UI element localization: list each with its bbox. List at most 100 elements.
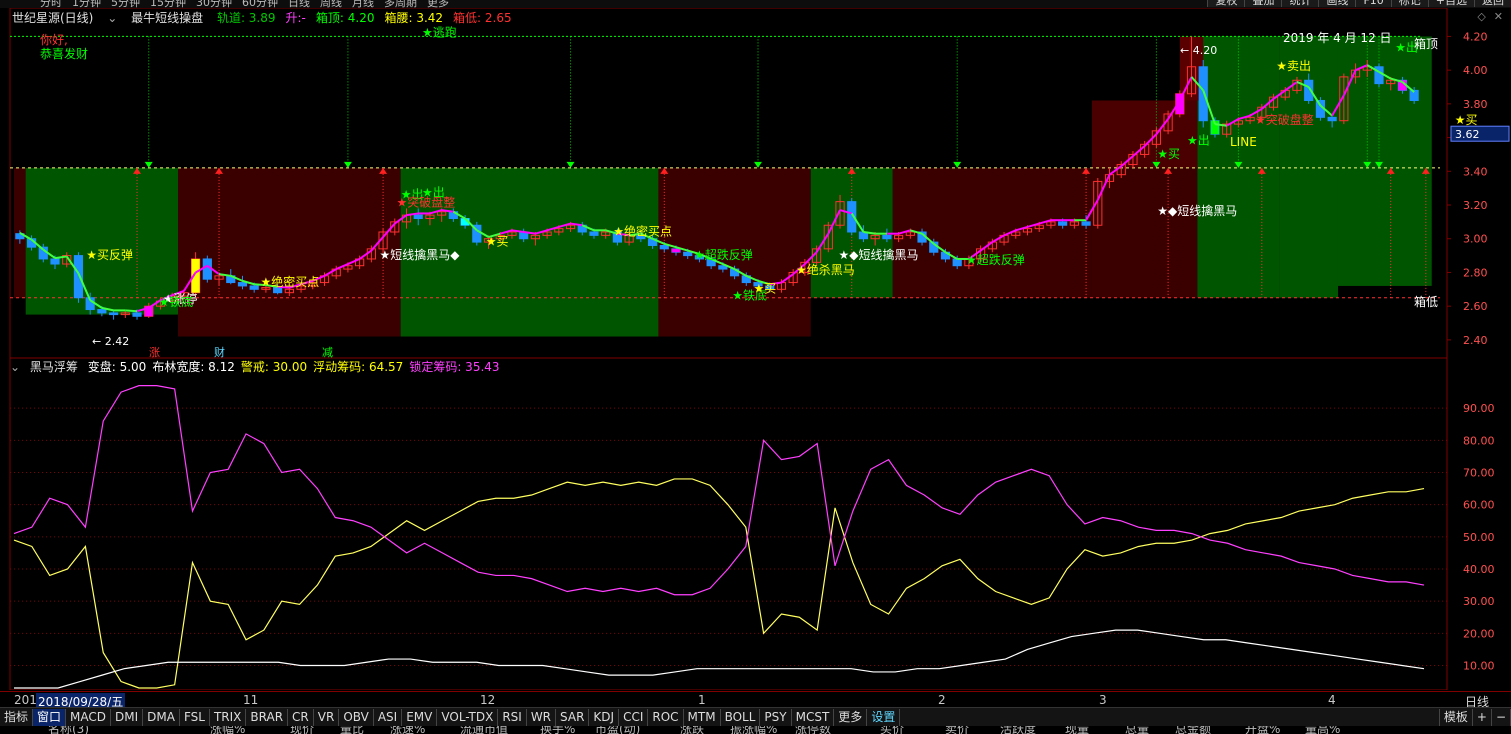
indicator-tab[interactable]: WR <box>527 708 557 726</box>
indicator-tab[interactable]: 窗口 <box>33 708 67 726</box>
signal-annotation: ★买 <box>1157 147 1180 161</box>
candle <box>659 244 669 250</box>
indicator-name[interactable]: 最牛短线操盘 <box>131 11 203 25</box>
window-controls[interactable]: ◇ ✕ <box>1469 10 1503 23</box>
date-label: 2019 年 4 月 12 日 <box>1283 31 1392 45</box>
indicator-tab[interactable]: VR <box>314 708 340 726</box>
period-tab[interactable]: 5分钟 <box>111 0 140 8</box>
toolbar-button[interactable]: 画线 <box>1318 0 1356 7</box>
indicator-tab[interactable]: 指标 <box>0 708 34 726</box>
x-tick-label: 2 <box>938 693 946 707</box>
signal-annotation: ★绝密买点 <box>261 274 320 289</box>
column-header[interactable]: 现量 <box>1065 726 1089 734</box>
period-tab[interactable]: 1分钟 <box>72 0 101 8</box>
column-header[interactable]: 振涨幅% <box>730 726 777 734</box>
candle <box>952 258 962 267</box>
column-header[interactable]: 涨幅% <box>210 726 245 734</box>
column-header[interactable]: 活跃度 <box>1000 726 1036 734</box>
indicator-dropdown-icon[interactable]: ⌄ <box>107 11 117 25</box>
period-tab[interactable]: 日线 <box>288 0 310 8</box>
toolbar-button[interactable]: 叠加 <box>1244 0 1282 7</box>
add-icon[interactable]: + <box>1473 708 1492 726</box>
indicator-tab[interactable]: VOL-TDX <box>437 708 499 726</box>
column-header[interactable]: 涨停数 <box>795 726 831 734</box>
signal-annotation: ★卖出 <box>1276 59 1311 73</box>
stock-name[interactable]: 世纪星源(日线) <box>12 11 93 25</box>
main-kline-chart[interactable]: 4.204.003.803.603.403.203.002.802.602.40… <box>0 8 1511 358</box>
period-tab[interactable]: 60分钟 <box>242 0 278 8</box>
indicator-tab-bar[interactable]: 指标 窗口 MACD DMI DMA FSL TRIX BRAR CR VR OBV ASI EMV VO… <box>0 707 1511 726</box>
toolbar-button[interactable]: 返回 <box>1474 0 1511 7</box>
indicator-tab[interactable]: MACD <box>66 708 112 726</box>
column-header[interactable]: 涨跌 <box>680 726 704 734</box>
period-tab[interactable]: 周线 <box>320 0 342 8</box>
column-header[interactable]: 开盘% <box>1245 726 1280 734</box>
column-header[interactable]: 量高% <box>1305 726 1340 734</box>
period-tab[interactable]: 分时 <box>40 0 62 8</box>
indicator-tab[interactable]: SAR <box>556 708 590 726</box>
header-value: 箱低: 2.65 <box>453 11 512 25</box>
period-tabs[interactable]: 分时 1分钟 5分钟 15分钟 30分钟 60分钟 日线 周线 月线 多周期 更多 <box>40 0 459 8</box>
candle <box>1081 221 1091 226</box>
column-header[interactable]: 卖价 <box>945 726 969 734</box>
indicator-tab[interactable]: KDJ <box>589 708 620 726</box>
indicator-tab[interactable]: OBV <box>339 708 374 726</box>
toolbar-button[interactable]: +自选 <box>1427 0 1474 7</box>
sub-y-tick-label: 70.00 <box>1463 466 1495 479</box>
column-header[interactable]: 市盈(动) <box>595 726 640 734</box>
indicator-tab[interactable]: TRIX <box>210 708 247 726</box>
series-line-浮动筹码 <box>13 478 1425 689</box>
column-header[interactable]: 涨速% <box>390 726 425 734</box>
y-tick-label: 3.40 <box>1463 165 1488 178</box>
indicator-tab[interactable]: DMA <box>143 708 180 726</box>
indicator-tab[interactable]: PSY <box>760 708 792 726</box>
period-tab[interactable]: 月线 <box>352 0 374 8</box>
indicator-tab[interactable]: MTM <box>684 708 721 726</box>
signal-annotation: ★绝密买点 <box>613 223 672 238</box>
column-header[interactable]: 买价 <box>880 726 904 734</box>
period-tab[interactable]: 15分钟 <box>150 0 186 8</box>
column-header[interactable]: 名称(3) <box>48 726 89 734</box>
indicator-tab[interactable]: ASI <box>374 708 403 726</box>
signal-annotation: ★买反弹 <box>86 248 133 262</box>
sub-indicator-name[interactable]: 黑马浮筹 <box>30 360 78 374</box>
period-tab[interactable]: 更多 <box>427 0 449 8</box>
toolbar-button[interactable]: 标记 <box>1390 0 1428 7</box>
indicator-tab[interactable]: 设置 <box>867 708 901 726</box>
column-header[interactable]: 现价 <box>290 726 314 734</box>
period-tab[interactable]: 多周期 <box>384 0 417 8</box>
remove-icon[interactable]: − <box>1492 708 1511 726</box>
column-header[interactable]: 量比 <box>340 726 364 734</box>
indicator-tab[interactable]: EMV <box>402 708 438 726</box>
signal-annotation: ★突破盘整 <box>1255 112 1314 127</box>
toolbar-button[interactable]: 统计 <box>1281 0 1319 7</box>
toolbar-button[interactable]: 复权 <box>1207 0 1245 7</box>
indicator-tab[interactable]: CR <box>288 708 314 726</box>
indicator-tab[interactable]: MCST <box>792 708 835 726</box>
column-header[interactable]: 总金额 <box>1175 726 1211 734</box>
indicator-tab[interactable]: BOLL <box>721 708 761 726</box>
period-tab[interactable]: 30分钟 <box>196 0 232 8</box>
template-button[interactable]: 模板 <box>1438 708 1473 726</box>
indicator-tab[interactable]: BRAR <box>246 708 289 726</box>
column-header[interactable]: 换手% <box>540 726 575 734</box>
indicator-dropdown-icon[interactable]: ⌄ <box>10 360 20 374</box>
indicator-tab[interactable]: DMI <box>111 708 144 726</box>
top-right-buttons[interactable]: 复权 叠加 统计 画线 F10 标记 +自选 返回 <box>1207 0 1511 7</box>
toolbar-button[interactable]: F10 <box>1355 0 1391 7</box>
indicator-tab[interactable]: ROC <box>648 708 684 726</box>
sub-indicator-chart[interactable]: 90.00 80.00 70.00 60.00 50.00 40.00 30.00 20.00… <box>0 358 1511 690</box>
signal-annotation: ★超跌反弹 <box>966 252 1025 267</box>
main-indicator-header: 世纪星源(日线) ⌄ 最牛短线操盘 轨道: 3.89 升:- 箱顶: 4.20 箱腰:… <box>0 8 1440 28</box>
candle <box>108 312 119 316</box>
column-header[interactable]: 流通市值 <box>460 726 508 734</box>
signal-annotation: ★短线擒黑马◆ <box>380 247 461 262</box>
indicator-tab[interactable]: 更多 <box>834 708 868 726</box>
indicator-tab[interactable]: RSI <box>498 708 527 726</box>
bottom-marker: 财 <box>214 345 225 358</box>
box-top-label: 箱顶 <box>1414 36 1438 51</box>
indicator-tab[interactable]: FSL <box>180 708 210 726</box>
signal-annotation: ★出 <box>1187 133 1210 147</box>
column-header[interactable]: 总量 <box>1125 726 1149 734</box>
indicator-tab[interactable]: CCI <box>619 708 649 726</box>
